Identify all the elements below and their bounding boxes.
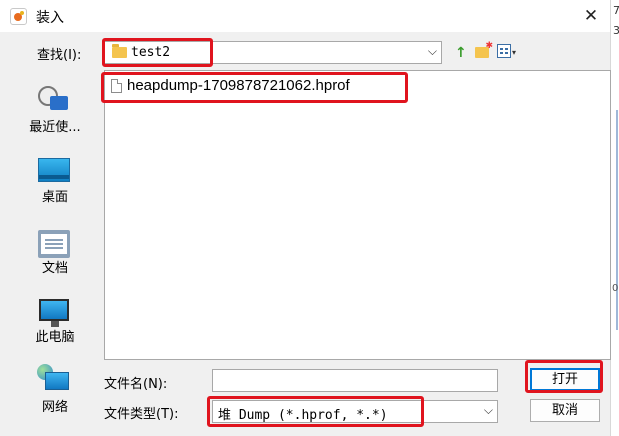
app-logo-icon — [10, 8, 27, 25]
file-name-label: 文件名(N): — [104, 377, 168, 392]
dialog-title: 装入 — [36, 10, 64, 26]
recent-items-icon — [38, 86, 68, 112]
network-icon — [37, 364, 71, 392]
up-one-level-icon[interactable]: ↑ — [455, 44, 467, 62]
file-type-label: 文件类型(T): — [104, 407, 179, 422]
place-label: 最近使... — [29, 120, 81, 135]
background-text: 0 — [612, 283, 619, 294]
file-type-value: 堆 Dump (*.hprof, *.*) — [218, 408, 388, 423]
this-pc-icon — [39, 299, 69, 327]
file-icon — [111, 79, 122, 93]
view-menu-icon[interactable] — [497, 44, 511, 58]
file-name: heapdump-1709878721062.hprof — [127, 77, 350, 94]
chevron-down-icon: ⌵ — [427, 44, 437, 58]
chevron-down-icon: ⌵ — [483, 403, 493, 417]
file-type-select[interactable]: 堆 Dump (*.hprof, *.*) ⌵ — [212, 400, 498, 423]
look-in-value: test2 — [131, 45, 171, 60]
new-folder-icon[interactable]: ✱ — [475, 42, 493, 58]
background-window-edge: 7 3 0 — [610, 0, 619, 436]
open-button[interactable]: 打开 — [530, 368, 600, 391]
open-file-dialog: 装入 ✕ 7 3 0 查找(I): test2 ⌵ ↑ ✱ ▾ 最近使... 桌… — [0, 0, 619, 436]
new-star-icon: ✱ — [485, 41, 493, 51]
look-in-combo[interactable]: test2 ⌵ — [104, 41, 442, 64]
place-label: 此电脑 — [35, 330, 75, 345]
places-bar: 最近使... 桌面 文档 此电脑 网络 — [10, 70, 100, 430]
background-text: 7 — [613, 4, 619, 17]
file-list[interactable]: heapdump-1709878721062.hprof — [104, 70, 611, 360]
background-text: 3 — [613, 24, 619, 37]
place-label: 文档 — [41, 261, 68, 276]
cancel-button[interactable]: 取消 — [530, 399, 600, 422]
folder-icon — [112, 44, 127, 58]
close-button[interactable]: ✕ — [568, 0, 614, 32]
desktop-icon — [38, 158, 70, 182]
file-name-field[interactable] — [212, 369, 498, 392]
view-menu-arrow-icon[interactable]: ▾ — [512, 44, 516, 62]
look-in-label: 查找(I): — [37, 48, 82, 63]
title-bar: 装入 ✕ — [0, 0, 619, 32]
place-label: 网络 — [41, 400, 68, 415]
background-chart-line — [616, 110, 618, 330]
place-label: 桌面 — [41, 190, 68, 205]
documents-icon — [38, 230, 70, 258]
